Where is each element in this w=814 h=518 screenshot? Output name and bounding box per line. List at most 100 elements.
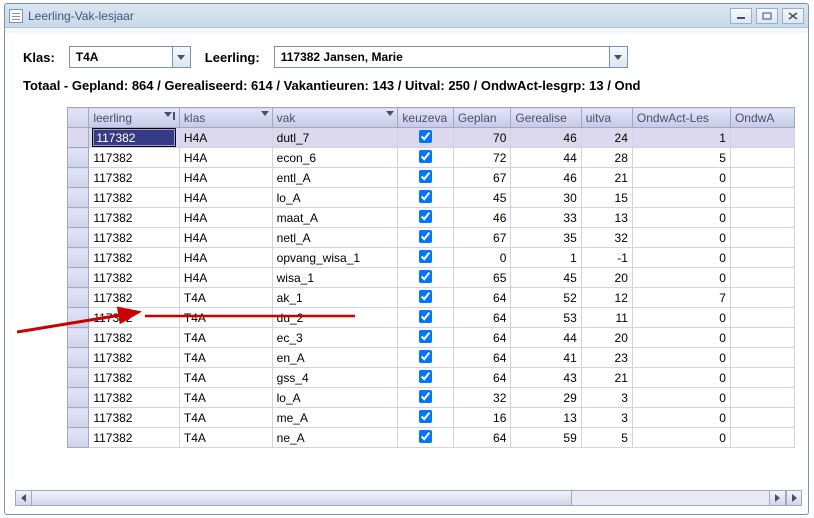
cell-geplan[interactable]: 64 — [453, 328, 511, 348]
cell-ondwa[interactable] — [730, 248, 794, 268]
row-selector[interactable] — [68, 248, 89, 268]
cell-klas[interactable]: H4A — [179, 268, 272, 288]
leerling-input[interactable] — [93, 129, 175, 146]
cell-klas[interactable]: H4A — [179, 148, 272, 168]
table-row[interactable]: 117382H4Amaat_A4633130 — [68, 208, 795, 228]
cell-leerling[interactable]: 117382 — [89, 308, 180, 328]
cell-keuzeva[interactable] — [398, 308, 453, 328]
cell-ondwa[interactable] — [730, 288, 794, 308]
row-selector[interactable] — [68, 408, 89, 428]
cell-uitva[interactable]: 23 — [581, 348, 632, 368]
cell-ondwact[interactable]: 7 — [632, 288, 730, 308]
cell-uitva[interactable]: 13 — [581, 208, 632, 228]
col-keuzeva[interactable]: keuzeva — [398, 108, 453, 128]
row-selector[interactable] — [68, 388, 89, 408]
cell-ondwa[interactable] — [730, 368, 794, 388]
keuzeva-checkbox[interactable] — [419, 130, 432, 143]
cell-klas[interactable]: T4A — [179, 308, 272, 328]
cell-leerling[interactable]: 117382 — [89, 368, 180, 388]
keuzeva-checkbox[interactable] — [419, 410, 432, 423]
table-row[interactable]: 117382T4Ame_A161330 — [68, 408, 795, 428]
cell-leerling[interactable]: 117382 — [89, 188, 180, 208]
cell-klas[interactable]: H4A — [179, 188, 272, 208]
cell-ondwact[interactable]: 0 — [632, 308, 730, 328]
cell-uitva[interactable]: 21 — [581, 168, 632, 188]
col-vak[interactable]: vak — [272, 108, 398, 128]
cell-klas[interactable]: H4A — [179, 168, 272, 188]
cell-vak[interactable]: en_A — [272, 348, 398, 368]
horizontal-scrollbar[interactable] — [15, 490, 786, 506]
cell-ondwact[interactable]: 0 — [632, 268, 730, 288]
cell-uitva[interactable]: 20 — [581, 328, 632, 348]
keuzeva-checkbox[interactable] — [419, 150, 432, 163]
cell-klas[interactable]: T4A — [179, 288, 272, 308]
row-selector[interactable] — [68, 208, 89, 228]
leerling-combo[interactable]: 117382 Jansen, Marie — [274, 46, 628, 68]
cell-uitva[interactable]: 3 — [581, 388, 632, 408]
cell-ondwa[interactable] — [730, 388, 794, 408]
cell-keuzeva[interactable] — [398, 128, 453, 148]
keuzeva-checkbox[interactable] — [419, 390, 432, 403]
cell-ondwact[interactable]: 0 — [632, 248, 730, 268]
cell-geplan[interactable]: 72 — [453, 148, 511, 168]
table-row[interactable]: 117382H4Aopvang_wisa_101-10 — [68, 248, 795, 268]
scroll-left-button[interactable] — [16, 491, 32, 505]
cell-keuzeva[interactable] — [398, 328, 453, 348]
row-selector[interactable] — [68, 348, 89, 368]
cell-klas[interactable]: T4A — [179, 328, 272, 348]
col-leerling[interactable]: leerling — [89, 108, 180, 128]
cell-leerling[interactable]: 117382 — [89, 168, 180, 188]
cell-vak[interactable]: entl_A — [272, 168, 398, 188]
cell-ondwact[interactable]: 0 — [632, 408, 730, 428]
cell-gerealise[interactable]: 30 — [511, 188, 581, 208]
col-uitva[interactable]: uitva — [581, 108, 632, 128]
cell-vak[interactable]: ec_3 — [272, 328, 398, 348]
cell-klas[interactable]: T4A — [179, 348, 272, 368]
cell-ondwa[interactable] — [730, 208, 794, 228]
cell-gerealise[interactable]: 33 — [511, 208, 581, 228]
cell-gerealise[interactable]: 46 — [511, 168, 581, 188]
cell-ondwa[interactable] — [730, 188, 794, 208]
cell-klas[interactable]: H4A — [179, 128, 272, 148]
col-geplan[interactable]: Geplan — [453, 108, 511, 128]
cell-uitva[interactable]: 3 — [581, 408, 632, 428]
cell-vak[interactable]: gss_4 — [272, 368, 398, 388]
keuzeva-checkbox[interactable] — [419, 170, 432, 183]
cell-ondwact[interactable]: 0 — [632, 388, 730, 408]
cell-uitva[interactable]: 28 — [581, 148, 632, 168]
close-button[interactable] — [782, 8, 804, 24]
cell-gerealise[interactable]: 13 — [511, 408, 581, 428]
scroll-down-button[interactable] — [786, 490, 802, 506]
cell-ondwa[interactable] — [730, 148, 794, 168]
cell-keuzeva[interactable] — [398, 408, 453, 428]
cell-leerling[interactable]: 117382 — [89, 428, 180, 448]
cell-gerealise[interactable]: 1 — [511, 248, 581, 268]
cell-ondwa[interactable] — [730, 408, 794, 428]
keuzeva-checkbox[interactable] — [419, 350, 432, 363]
cell-ondwact[interactable]: 0 — [632, 428, 730, 448]
cell-uitva[interactable]: 5 — [581, 428, 632, 448]
titlebar[interactable]: Leerling-Vak-lesjaar — [5, 4, 808, 28]
cell-klas[interactable]: T4A — [179, 388, 272, 408]
row-selector[interactable] — [68, 308, 89, 328]
row-selector[interactable] — [68, 148, 89, 168]
cell-ondwact[interactable]: 0 — [632, 208, 730, 228]
cell-ondwa[interactable] — [730, 128, 794, 148]
cell-ondwact[interactable]: 0 — [632, 188, 730, 208]
select-all-cell[interactable] — [68, 108, 89, 128]
cell-leerling[interactable]: 117382 — [89, 148, 180, 168]
cell-leerling[interactable] — [89, 128, 180, 148]
row-selector[interactable] — [68, 428, 89, 448]
cell-leerling[interactable]: 117382 — [89, 328, 180, 348]
row-selector[interactable] — [68, 288, 89, 308]
cell-keuzeva[interactable] — [398, 428, 453, 448]
keuzeva-checkbox[interactable] — [419, 370, 432, 383]
cell-geplan[interactable]: 64 — [453, 368, 511, 388]
cell-gerealise[interactable]: 44 — [511, 148, 581, 168]
row-selector[interactable] — [68, 168, 89, 188]
maximize-button[interactable] — [756, 8, 778, 24]
cell-klas[interactable]: T4A — [179, 368, 272, 388]
cell-ondwact[interactable]: 0 — [632, 368, 730, 388]
cell-vak[interactable]: dutl_7 — [272, 128, 398, 148]
chevron-down-icon[interactable] — [609, 47, 627, 67]
